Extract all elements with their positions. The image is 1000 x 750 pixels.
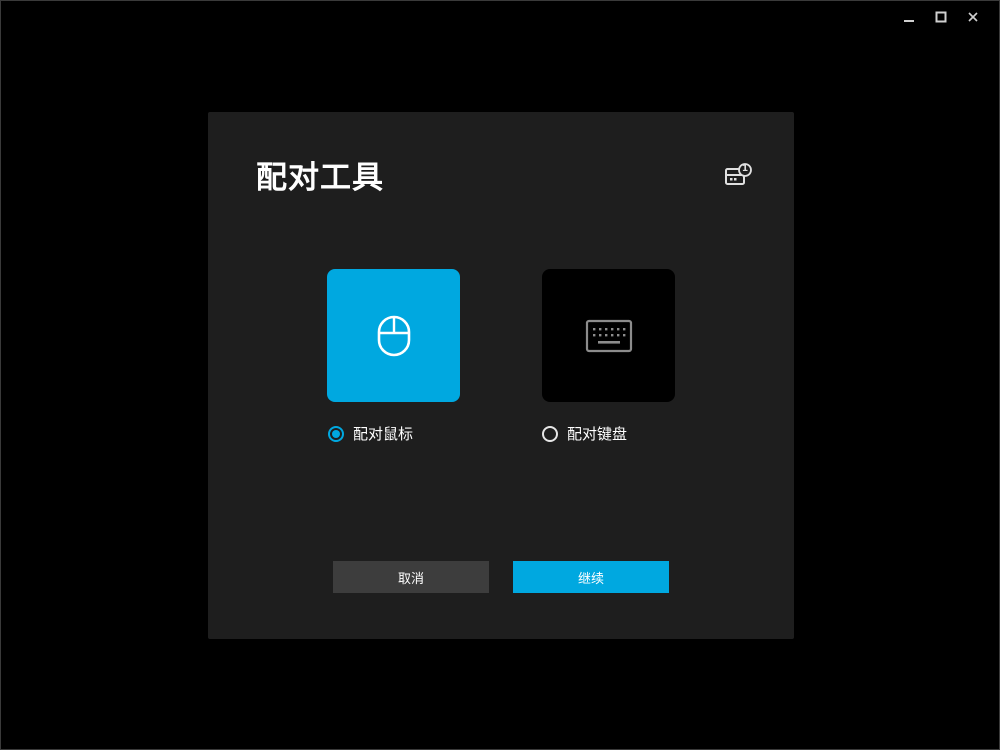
- device-info-button[interactable]: 1: [724, 162, 754, 188]
- help-badge-number: 1: [741, 164, 749, 174]
- app-window: 配对工具 1 配对鼠标 配对键盘 取消 继续: [0, 0, 1000, 750]
- continue-button[interactable]: 继续: [513, 561, 669, 593]
- mouse-option-card[interactable]: [327, 269, 460, 402]
- dialog-title: 配对工具: [256, 160, 384, 196]
- pairing-dialog: 配对工具 1 配对鼠标 配对键盘 取消 继续: [208, 112, 794, 639]
- maximize-icon: [935, 11, 947, 23]
- mouse-icon: [377, 315, 410, 356]
- keyboard-option-card[interactable]: [542, 269, 675, 402]
- mouse-radio-label: 配对鼠标: [353, 425, 414, 443]
- cancel-button[interactable]: 取消: [333, 561, 489, 593]
- keyboard-radio-button[interactable]: [542, 425, 558, 442]
- mouse-radio-button[interactable]: [328, 425, 344, 442]
- minimize-icon: [904, 20, 914, 22]
- mouse-radio-option[interactable]: 配对鼠标: [328, 423, 413, 444]
- keyboard-radio-option[interactable]: 配对键盘: [542, 423, 627, 444]
- window-controls: [893, 7, 989, 27]
- keyboard-radio-label: 配对键盘: [567, 425, 628, 443]
- maximize-button[interactable]: [925, 7, 957, 27]
- keyboard-icon: [585, 319, 632, 352]
- device-help-icon: [725, 163, 752, 185]
- minimize-button[interactable]: [893, 7, 925, 27]
- close-button[interactable]: [957, 7, 989, 27]
- close-icon: [968, 12, 978, 22]
